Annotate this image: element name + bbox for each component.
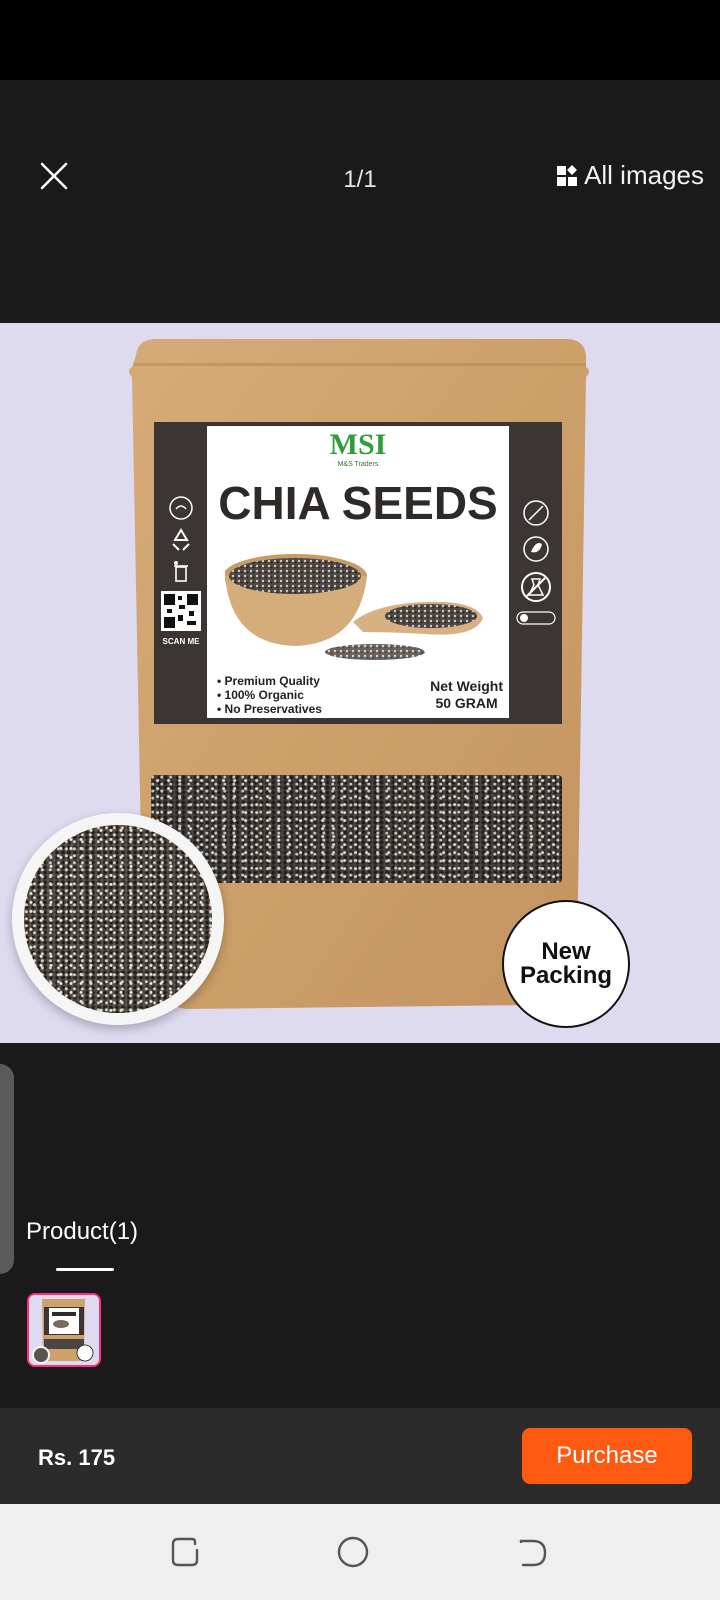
side-panel-handle[interactable]	[0, 1064, 14, 1274]
seed-bowl-illustration	[225, 554, 483, 660]
product-image[interactable]: SCAN ME MSI M&S Traders CHIA SEEDS • Pre…	[0, 323, 720, 1043]
scan-me-label: SCAN ME	[162, 637, 200, 646]
feature-list: • Premium Quality • 100% Organic • No Pr…	[217, 674, 322, 716]
net-weight-value: 50 GRAM	[435, 695, 498, 711]
all-images-button[interactable]: All images	[556, 160, 704, 191]
product-label: MSI M&S Traders CHIA SEEDS • Premium Qua…	[207, 426, 509, 718]
label-right-icons	[515, 498, 557, 632]
brand-logo: MSI M&S Traders	[207, 430, 509, 469]
brand-logo-mark: MSI	[329, 428, 387, 461]
home-button[interactable]	[335, 1534, 371, 1570]
new-packing-badge: New Packing	[502, 900, 630, 1028]
seed-window	[151, 775, 562, 883]
badge-line1: New	[541, 938, 591, 965]
net-weight-label: Net Weight	[430, 678, 503, 694]
halal-icon	[169, 496, 193, 520]
natural-icon	[523, 536, 549, 562]
feature-item: • 100% Organic	[217, 688, 304, 702]
back-icon	[519, 1539, 547, 1567]
system-nav-bar	[0, 1504, 720, 1600]
badge-line2: Packing	[519, 962, 613, 989]
net-weight: Net Weight 50 GRAM	[430, 678, 503, 712]
recycle-icon	[172, 528, 190, 551]
seed-bowl-photo	[12, 813, 224, 1025]
status-bar	[0, 0, 720, 80]
viewer-header	[0, 80, 720, 320]
home-icon	[337, 1536, 369, 1568]
grid-icon	[557, 164, 578, 186]
seed-bowl-contents	[24, 825, 212, 1013]
recents-icon	[171, 1537, 199, 1567]
gmo-free-icon	[523, 500, 549, 526]
tab-products[interactable]: Product(1)	[26, 1218, 138, 1246]
thumbnail-image	[29, 1295, 99, 1365]
product-thumbnail[interactable]	[27, 1293, 101, 1367]
purchase-bar: Rs. 175 Purchase	[0, 1408, 720, 1504]
recents-button[interactable]	[167, 1534, 203, 1570]
all-images-label: All images	[584, 160, 704, 190]
eco-friendly-icon	[516, 611, 556, 625]
brand-name: M&S Traders	[337, 461, 379, 468]
chemical-free-icon	[521, 572, 551, 602]
qr-code-icon	[161, 591, 201, 631]
product-title: CHIA SEEDS	[218, 477, 498, 529]
feature-item: • Premium Quality	[217, 674, 320, 688]
price: Rs. 175	[38, 1445, 116, 1470]
label-left-icons: SCAN ME	[160, 495, 202, 646]
tab-indicator	[56, 1268, 114, 1271]
back-button[interactable]	[515, 1534, 551, 1570]
feature-item: • No Preservatives	[217, 702, 322, 716]
purchase-button[interactable]: Purchase	[522, 1428, 692, 1484]
bin-icon	[174, 561, 188, 582]
